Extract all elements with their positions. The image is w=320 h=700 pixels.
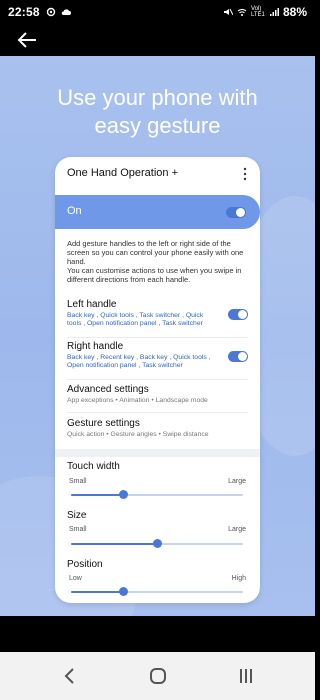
advanced-settings-subtitle: App exceptions • Animation • Landscape m… xyxy=(67,397,208,404)
divider xyxy=(67,379,248,380)
slider-thumb[interactable] xyxy=(153,539,162,548)
position-min: Low xyxy=(69,575,82,582)
feature-description: Add gesture handles to the left or right… xyxy=(67,239,244,284)
right-handle-toggle[interactable] xyxy=(228,351,248,362)
right-handle-actions: Back key , Recent key , Back key , Quick… xyxy=(67,354,211,369)
recents-icon[interactable] xyxy=(236,666,256,686)
slider-fill xyxy=(71,494,123,496)
right-handle-title: Right handle xyxy=(67,341,124,352)
gesture-settings-item[interactable]: Gesture settings Quick action • Gesture … xyxy=(67,418,248,439)
cloud-icon xyxy=(61,9,71,15)
touch-width-slider[interactable] xyxy=(71,490,243,499)
master-toggle[interactable] xyxy=(226,207,246,218)
settings-gear-icon xyxy=(46,7,55,17)
touch-width-title: Touch width xyxy=(67,461,120,472)
size-title: Size xyxy=(67,510,87,521)
size-slider[interactable] xyxy=(71,539,243,548)
slider-thumb[interactable] xyxy=(119,587,128,596)
left-handle-toggle[interactable] xyxy=(228,309,248,320)
section-gap xyxy=(55,449,260,457)
size-min: Small xyxy=(69,526,87,533)
preview-title: One Hand Operation + xyxy=(67,167,178,179)
master-switch-label: On xyxy=(67,205,82,217)
network-label: Vol) LTE1 xyxy=(250,6,265,18)
size-max: Large xyxy=(228,526,246,533)
wifi-icon xyxy=(237,9,247,16)
more-vertical-icon[interactable] xyxy=(242,167,248,181)
battery-level: 88% xyxy=(282,5,307,19)
left-handle-actions: Back key , Quick tools , Task switcher ,… xyxy=(67,312,204,327)
back-arrow-icon[interactable] xyxy=(16,30,38,50)
position-max: High xyxy=(231,575,246,582)
hero-title-line: easy gesture xyxy=(94,113,221,138)
left-handle-item[interactable]: Left handle Back key , Quick tools , Tas… xyxy=(67,299,217,328)
master-switch-bar[interactable]: On xyxy=(55,195,260,229)
right-handle-item[interactable]: Right handle Back key , Recent key , Bac… xyxy=(67,341,217,370)
bottom-spacer xyxy=(0,616,315,652)
signal-icon xyxy=(269,8,279,16)
touch-width-min: Small xyxy=(69,478,87,485)
left-handle-title: Left handle xyxy=(67,299,117,310)
gesture-settings-subtitle: Quick action • Gesture angles • Swipe di… xyxy=(67,431,209,438)
home-circle-icon[interactable] xyxy=(148,666,168,686)
advanced-settings-title: Advanced settings xyxy=(67,384,149,395)
hero-panel: Use your phone with easy gesture One Han… xyxy=(0,56,315,616)
position-slider[interactable] xyxy=(71,587,243,596)
advanced-settings-item[interactable]: Advanced settings App exceptions • Anima… xyxy=(67,384,248,405)
chevron-left-icon[interactable] xyxy=(60,666,80,686)
phone-preview: One Hand Operation + On Add gesture hand… xyxy=(55,157,260,603)
slider-thumb[interactable] xyxy=(119,490,128,499)
slider-fill xyxy=(71,591,123,593)
preview-header: One Hand Operation + xyxy=(55,157,260,191)
system-nav-bar xyxy=(0,652,315,700)
touch-width-max: Large xyxy=(228,478,246,485)
hero-title: Use your phone with easy gesture xyxy=(0,84,315,140)
hero-title-line: Use your phone with xyxy=(57,85,258,110)
divider xyxy=(67,412,248,413)
gesture-settings-title: Gesture settings xyxy=(67,418,140,429)
divider xyxy=(67,337,248,338)
position-title: Position xyxy=(67,559,103,570)
slider-fill xyxy=(71,543,157,545)
top-app-bar xyxy=(0,24,315,56)
mute-icon xyxy=(223,8,233,16)
status-time: 22:58 xyxy=(8,5,40,19)
status-bar: 22:58 Vol) LTE1 88% xyxy=(0,0,315,24)
